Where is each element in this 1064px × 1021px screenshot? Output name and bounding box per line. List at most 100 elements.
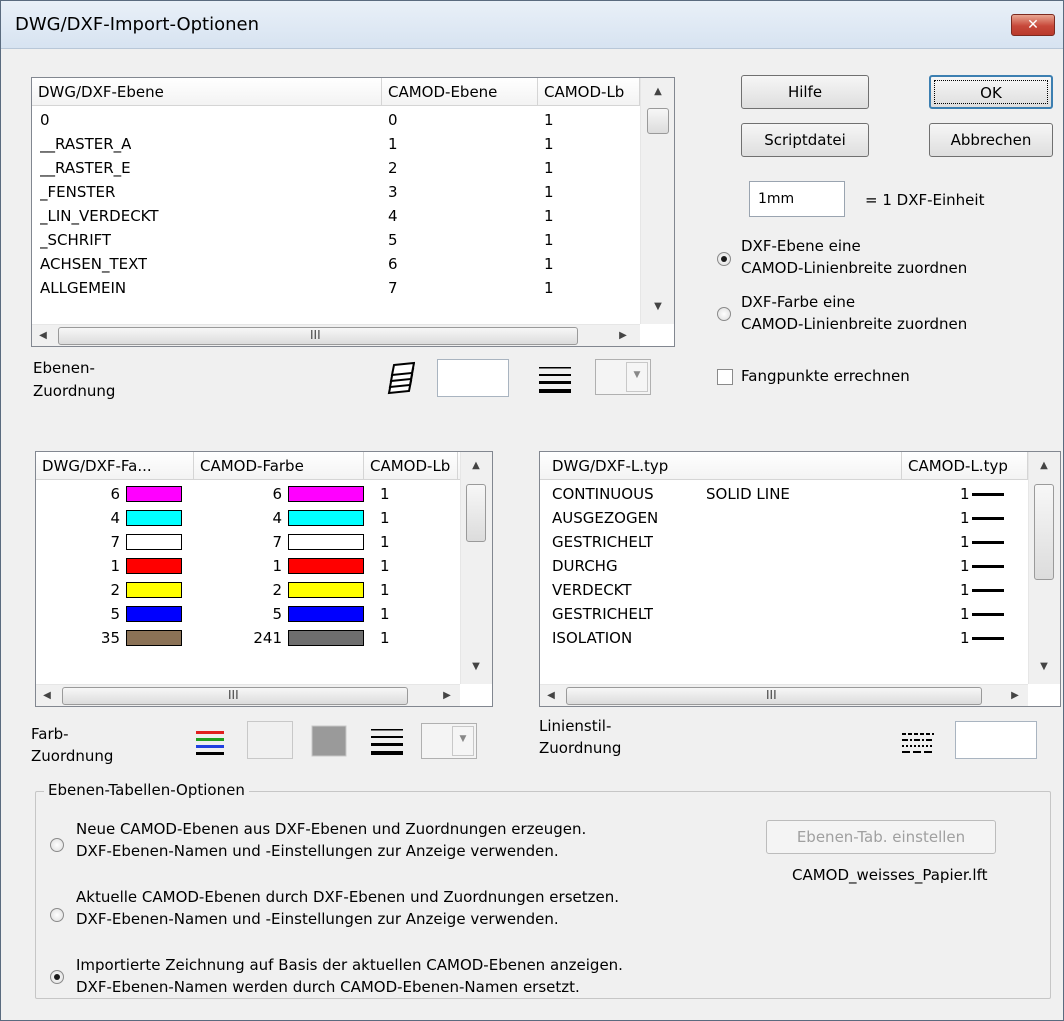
camod-lb-cell: 1 <box>544 255 554 273</box>
dxf-color-swatch <box>126 486 182 502</box>
camod-lb-cell: 1 <box>380 533 390 551</box>
dxf-color-number: 4 <box>110 509 120 527</box>
dxf-color-swatch <box>126 606 182 622</box>
table-row[interactable]: GESTRICHELT 1 <box>540 530 1028 554</box>
column-header-dxf-linetype[interactable]: DWG/DXF-L.typ <box>540 452 902 480</box>
linetype-list-vscroll[interactable]: ▲ ▼ <box>1028 452 1060 684</box>
radio-color-width-line2: CAMOD-Linienbreite zuordnen <box>741 315 968 333</box>
camod-lb-cell: 1 <box>544 207 554 225</box>
radio-new-layers[interactable] <box>50 838 64 852</box>
linetype-name-cell: AUSGEZOGEN <box>552 509 659 527</box>
camod-color-swatch <box>288 558 364 574</box>
table-row[interactable]: ALLGEMEIN 7 1 <box>32 276 640 300</box>
linetype-preview <box>972 517 1004 520</box>
color-list-vscroll[interactable]: ▲ ▼ <box>460 452 492 684</box>
scroll-thumb[interactable] <box>466 484 486 542</box>
layer-list-hscroll[interactable]: ◀ III ▶ <box>32 324 640 346</box>
table-row[interactable]: 5 5 1 <box>36 602 460 626</box>
table-row[interactable]: 1 1 1 <box>36 554 460 578</box>
radio-replace-layers[interactable] <box>50 908 64 922</box>
group-label: Ebenen-Tabellen-Optionen <box>44 781 249 799</box>
table-row[interactable]: _FENSTER 3 1 <box>32 180 640 204</box>
scroll-right-icon[interactable]: ▶ <box>612 325 634 346</box>
table-row[interactable]: 4 4 1 <box>36 506 460 530</box>
linetype-list-header: DWG/DXF-L.typ CAMOD-L.typ <box>540 452 1060 480</box>
linestyle-assign-field[interactable] <box>955 721 1037 759</box>
layer-table-options-group: Ebenen-Tabellen-Optionen Neue CAMOD-Eben… <box>35 781 1051 999</box>
scroll-right-icon[interactable]: ▶ <box>436 685 458 706</box>
linetype-preview <box>972 493 1004 496</box>
linetype-name-cell: DURCHG <box>552 557 618 575</box>
table-row[interactable]: 35 241 1 <box>36 626 460 650</box>
camod-color-number: 6 <box>272 485 282 503</box>
table-row[interactable]: VERDECKT 1 <box>540 578 1028 602</box>
color-assign-field[interactable] <box>247 721 293 759</box>
table-row[interactable]: 0 0 1 <box>32 108 640 132</box>
scroll-up-icon[interactable]: ▲ <box>465 455 487 477</box>
layer-list-vscroll[interactable]: ▲ ▼ <box>640 78 674 324</box>
scroll-left-icon[interactable]: ◀ <box>36 685 58 706</box>
color-list-hscroll[interactable]: ◀ III ▶ <box>36 684 460 706</box>
dxf-color-number: 6 <box>110 485 120 503</box>
table-row[interactable]: AUSGEZOGEN 1 <box>540 506 1028 530</box>
linetype-list[interactable]: DWG/DXF-L.typ CAMOD-L.typ CONTINUOUS SOLI… <box>539 451 1061 707</box>
layer-assign-field[interactable] <box>437 359 509 397</box>
table-row[interactable]: ISOLATION 1 <box>540 626 1028 650</box>
linetype-list-hscroll[interactable]: ◀ III ▶ <box>540 684 1028 706</box>
scroll-left-icon[interactable]: ◀ <box>32 325 54 346</box>
table-row[interactable]: GESTRICHELT 1 <box>540 602 1028 626</box>
opt2-line2: DXF-Ebenen-Namen und -Einstellungen zur … <box>76 910 559 928</box>
camod-linetype-cell: 1 <box>960 533 970 551</box>
table-row[interactable]: DURCHG 1 <box>540 554 1028 578</box>
table-row[interactable]: CONTINUOUS SOLID LINE 1 <box>540 482 1028 506</box>
table-row[interactable]: ACHSEN_TEXT 6 1 <box>32 252 640 276</box>
table-row[interactable]: _LIN_VERDECKT 4 1 <box>32 204 640 228</box>
scroll-left-icon[interactable]: ◀ <box>540 685 562 706</box>
close-button[interactable]: ✕ <box>1011 14 1055 36</box>
dxf-color-number: 2 <box>110 581 120 599</box>
table-row[interactable]: _SCHRIFT 5 1 <box>32 228 640 252</box>
script-file-button[interactable]: Scriptdatei <box>741 123 869 157</box>
scroll-down-icon[interactable]: ▼ <box>465 656 487 678</box>
camod-color-swatch <box>288 486 364 502</box>
column-header-dxf-color[interactable]: DWG/DXF-Fa... <box>36 452 194 480</box>
color-list[interactable]: DWG/DXF-Fa... CAMOD-Farbe CAMOD-Lb 6 6 1 44… <box>35 451 493 707</box>
layer-list[interactable]: DWG/DXF-Ebene CAMOD-Ebene CAMOD-Lb 0 0 1 __… <box>31 77 675 347</box>
help-button[interactable]: Hilfe <box>741 75 869 109</box>
table-row[interactable]: 2 2 1 <box>36 578 460 602</box>
radio-color-width[interactable] <box>717 307 731 321</box>
dxf-color-number: 1 <box>110 557 120 575</box>
column-header-dxf-layer[interactable]: DWG/DXF-Ebene <box>32 78 382 106</box>
scroll-thumb[interactable] <box>647 108 669 134</box>
column-header-camod-lb[interactable]: CAMOD-Lb <box>538 78 640 106</box>
scroll-up-icon[interactable]: ▲ <box>647 81 669 103</box>
column-header-camod-color[interactable]: CAMOD-Farbe <box>194 452 364 480</box>
radio-layer-width[interactable] <box>717 252 731 266</box>
table-row[interactable]: 6 6 1 <box>36 482 460 506</box>
layer-assign-label-1: Ebenen- <box>33 359 95 377</box>
layer-width-combo[interactable]: ▼ <box>595 359 651 395</box>
snap-points-checkbox[interactable] <box>717 369 733 385</box>
title-bar: DWG/DXF-Import-Optionen ✕ <box>1 1 1063 49</box>
scroll-down-icon[interactable]: ▼ <box>1033 656 1055 678</box>
column-header-camod-lb[interactable]: CAMOD-Lb <box>364 452 458 480</box>
layer-table-settings-button[interactable]: Ebenen-Tab. einstellen <box>766 820 996 854</box>
unit-input[interactable]: 1mm <box>749 181 845 217</box>
linestyle-assign-label-1: Linienstil- <box>539 717 612 735</box>
scroll-down-icon[interactable]: ▼ <box>647 296 669 318</box>
column-header-camod-layer[interactable]: CAMOD-Ebene <box>382 78 538 106</box>
radio-current-layers[interactable] <box>50 970 64 984</box>
column-header-camod-linetype[interactable]: CAMOD-L.typ <box>902 452 1028 480</box>
table-row[interactable]: __RASTER_E 2 1 <box>32 156 640 180</box>
scroll-right-icon[interactable]: ▶ <box>1004 685 1026 706</box>
table-row[interactable]: 7 7 1 <box>36 530 460 554</box>
camod-color-swatch <box>288 630 364 646</box>
table-row[interactable]: __RASTER_A 1 1 <box>32 132 640 156</box>
scroll-up-icon[interactable]: ▲ <box>1033 455 1055 477</box>
color-width-combo[interactable]: ▼ <box>421 723 477 759</box>
linetype-preview <box>972 613 1004 616</box>
cancel-button[interactable]: Abbrechen <box>929 123 1053 157</box>
ok-button[interactable]: OK <box>929 75 1053 109</box>
scroll-thumb[interactable] <box>1034 484 1054 580</box>
dxf-layer-cell: _SCHRIFT <box>40 231 112 249</box>
